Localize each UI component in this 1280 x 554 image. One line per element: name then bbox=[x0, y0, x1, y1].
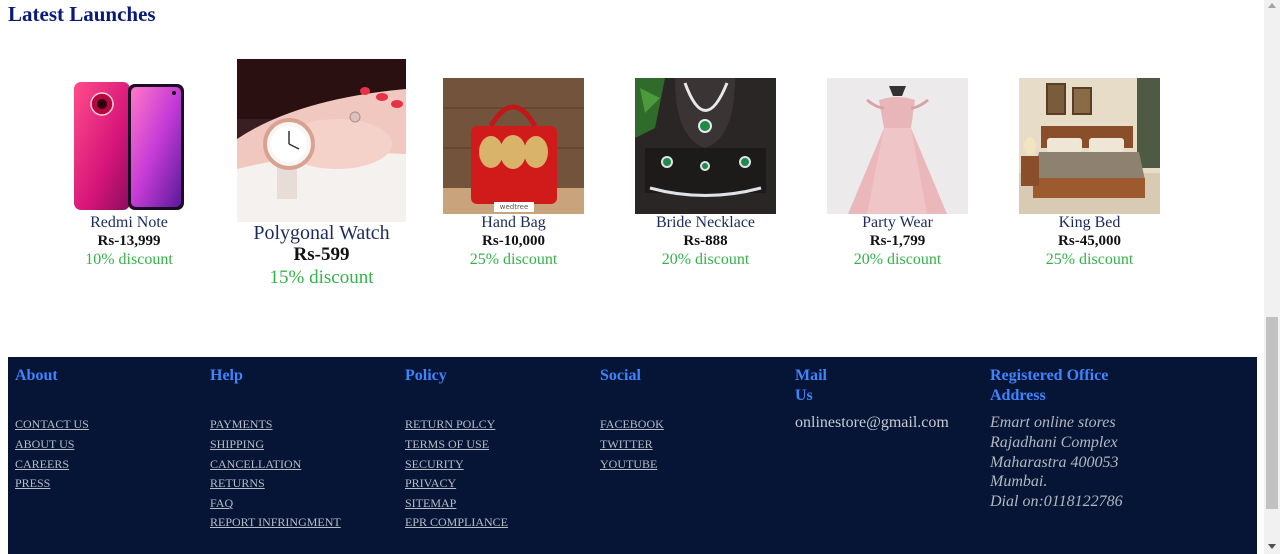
footer-link-youtube[interactable]: YOUTUBE bbox=[600, 457, 657, 472]
footer-link-report-infringment[interactable]: REPORT INFRINGMENT bbox=[210, 515, 341, 530]
product-card-king-bed[interactable]: King Bed Rs-45,000 25% discount bbox=[1019, 78, 1160, 278]
product-name[interactable]: Polygonal Watch bbox=[237, 222, 406, 245]
product-card-hand-bag[interactable]: wedtree Hand Bag Rs-10,000 25% discount bbox=[443, 78, 584, 278]
product-card-bride-necklace[interactable]: Bride Necklace Rs-888 20% discount bbox=[635, 78, 776, 278]
product-price: Rs-10,000 bbox=[482, 233, 545, 249]
product-discount: 25% discount bbox=[469, 251, 558, 268]
hand-bag-image-watermark: wedtree bbox=[499, 203, 529, 211]
section-title: Latest Launches bbox=[8, 2, 156, 26]
product-price: Rs-1,799 bbox=[869, 233, 926, 249]
product-card-polygonal-watch[interactable]: Polygonal Watch Rs-599 15% discount bbox=[237, 59, 406, 299]
footer-link-return-policy[interactable]: RETURN POLCY bbox=[405, 417, 495, 432]
product-discount: 20% discount bbox=[661, 251, 750, 268]
footer-title-policy: Policy bbox=[405, 367, 447, 384]
site-footer: About CONTACT US ABOUT US CAREERS PRESS … bbox=[8, 357, 1257, 554]
footer-link-sitemap[interactable]: SITEMAP bbox=[405, 496, 456, 511]
product-name[interactable]: Bride Necklace bbox=[635, 214, 776, 232]
product-name[interactable]: Party Wear bbox=[827, 214, 968, 232]
footer-title-mail: Mail Us bbox=[795, 367, 827, 404]
product-card-party-wear[interactable]: Party Wear Rs-1,799 20% discount bbox=[827, 78, 968, 278]
footer-link-security[interactable]: SECURITY bbox=[405, 457, 464, 472]
redmi-note-image[interactable] bbox=[73, 82, 185, 212]
page-content: Latest Launches Redmi Note Rs-13,999 10%… bbox=[0, 0, 1264, 554]
footer-link-press[interactable]: PRESS bbox=[15, 476, 50, 491]
product-price: Rs-888 bbox=[683, 233, 728, 249]
footer-link-careers[interactable]: CAREERS bbox=[15, 457, 69, 472]
footer-link-payments[interactable]: PAYMENTS bbox=[210, 417, 272, 432]
footer-title-office-line2: Address bbox=[990, 387, 1046, 404]
product-card-redmi-note[interactable]: Redmi Note Rs-13,999 10% discount bbox=[69, 78, 189, 278]
footer-link-faq[interactable]: FAQ bbox=[210, 496, 233, 511]
office-address-line: Emart online stores bbox=[990, 414, 1116, 431]
footer-title-about: About bbox=[15, 367, 58, 384]
footer-title-social: Social bbox=[600, 367, 641, 384]
footer-link-terms-of-use[interactable]: TERMS OF USE bbox=[405, 437, 489, 452]
footer-title-help: Help bbox=[210, 367, 243, 384]
office-address-line: Maharastra 400053 bbox=[990, 454, 1119, 471]
footer-link-returns[interactable]: RETURNS bbox=[210, 476, 265, 491]
footer-link-twitter[interactable]: TWITTER bbox=[600, 437, 653, 452]
product-price: Rs-599 bbox=[293, 244, 350, 265]
vertical-scrollbar[interactable] bbox=[1264, 0, 1280, 554]
footer-link-facebook[interactable]: FACEBOOK bbox=[600, 417, 664, 432]
polygonal-watch-image[interactable] bbox=[237, 59, 406, 222]
footer-link-epr-compliance[interactable]: EPR COMPLIANCE bbox=[405, 515, 508, 530]
product-discount: 25% discount bbox=[1045, 251, 1134, 268]
office-phone: Dial on:0118122786 bbox=[990, 493, 1123, 510]
product-discount: 20% discount bbox=[853, 251, 942, 268]
product-discount: 10% discount bbox=[85, 251, 173, 268]
product-discount: 15% discount bbox=[269, 267, 374, 288]
footer-link-contact-us[interactable]: CONTACT US bbox=[15, 417, 89, 432]
product-name[interactable]: King Bed bbox=[1019, 214, 1160, 232]
footer-title-office-line1: Registered Office bbox=[990, 367, 1109, 384]
footer-link-privacy[interactable]: PRIVACY bbox=[405, 476, 456, 491]
scroll-down-arrow-icon[interactable] bbox=[1268, 544, 1276, 549]
footer-link-about-us[interactable]: ABOUT US bbox=[15, 437, 74, 452]
scroll-up-arrow-icon[interactable] bbox=[1268, 3, 1276, 8]
footer-link-cancellation[interactable]: CANCELLATION bbox=[210, 457, 301, 472]
product-name[interactable]: Hand Bag bbox=[443, 214, 584, 232]
product-price: Rs-13,999 bbox=[97, 233, 161, 249]
footer-title-office: Registered Office Address bbox=[990, 366, 1190, 406]
hand-bag-image[interactable]: wedtree bbox=[443, 78, 584, 214]
office-address-line: Rajadhani Complex bbox=[990, 434, 1118, 451]
party-wear-image[interactable] bbox=[827, 78, 968, 214]
product-price: Rs-45,000 bbox=[1058, 233, 1121, 249]
bride-necklace-image[interactable] bbox=[635, 78, 776, 214]
scroll-thumb[interactable] bbox=[1266, 317, 1278, 509]
office-address-line: Mumbai. bbox=[990, 473, 1048, 490]
product-name[interactable]: Redmi Note bbox=[69, 214, 189, 232]
king-bed-image[interactable] bbox=[1019, 78, 1160, 214]
footer-email[interactable]: onlinestore@gmail.com bbox=[795, 414, 949, 432]
footer-link-shipping[interactable]: SHIPPING bbox=[210, 437, 264, 452]
